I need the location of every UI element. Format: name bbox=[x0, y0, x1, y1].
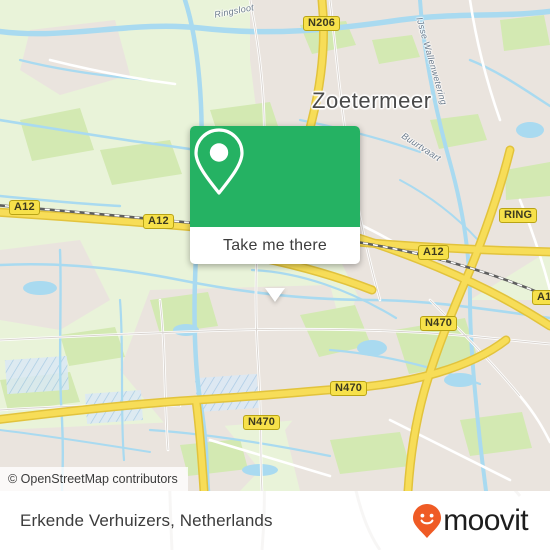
road-shield-n470-mid: N470 bbox=[330, 381, 368, 396]
road-shield-a12-mid: A12 bbox=[143, 214, 174, 229]
map-canvas[interactable]: Zoetermeer Ringsloot Buurtvaart IJsse Wa… bbox=[0, 0, 550, 491]
moovit-logo[interactable]: moovit bbox=[412, 503, 529, 539]
road-shield-a1-edge: A1 bbox=[532, 290, 550, 305]
osm-attribution[interactable]: © OpenStreetMap contributors bbox=[0, 467, 188, 491]
place-title: Erkende Verhuizers, Netherlands bbox=[20, 510, 273, 530]
bottom-bar-content: Erkende Verhuizers, Netherlands moovit bbox=[0, 491, 550, 550]
road-shield-n206: N206 bbox=[303, 16, 341, 31]
road-shield-n470-east: N470 bbox=[420, 316, 458, 331]
road-shield-ring: RING bbox=[499, 208, 538, 223]
road-shield-n470-west: N470 bbox=[243, 415, 281, 430]
road-shield-a12-west: A12 bbox=[9, 200, 40, 215]
moovit-wordmark: moovit bbox=[443, 503, 528, 537]
moovit-smiley-pin-icon bbox=[413, 503, 442, 538]
road-shield-a12-east: A12 bbox=[418, 245, 449, 260]
osm-attribution-text: © OpenStreetMap contributors bbox=[8, 472, 178, 486]
callout-tail bbox=[265, 288, 285, 302]
moovit-map-share-card: Zoetermeer Ringsloot Buurtvaart IJsse Wa… bbox=[0, 0, 550, 550]
callout-header bbox=[190, 126, 360, 227]
map-pin-icon bbox=[194, 128, 244, 195]
callout-action-bar[interactable]: Take me there bbox=[190, 227, 360, 264]
take-me-there-label: Take me there bbox=[223, 236, 327, 254]
take-me-there-callout[interactable]: Take me there bbox=[190, 126, 360, 302]
bottom-info-bar: Erkende Verhuizers, Netherlands moovit bbox=[0, 491, 550, 550]
